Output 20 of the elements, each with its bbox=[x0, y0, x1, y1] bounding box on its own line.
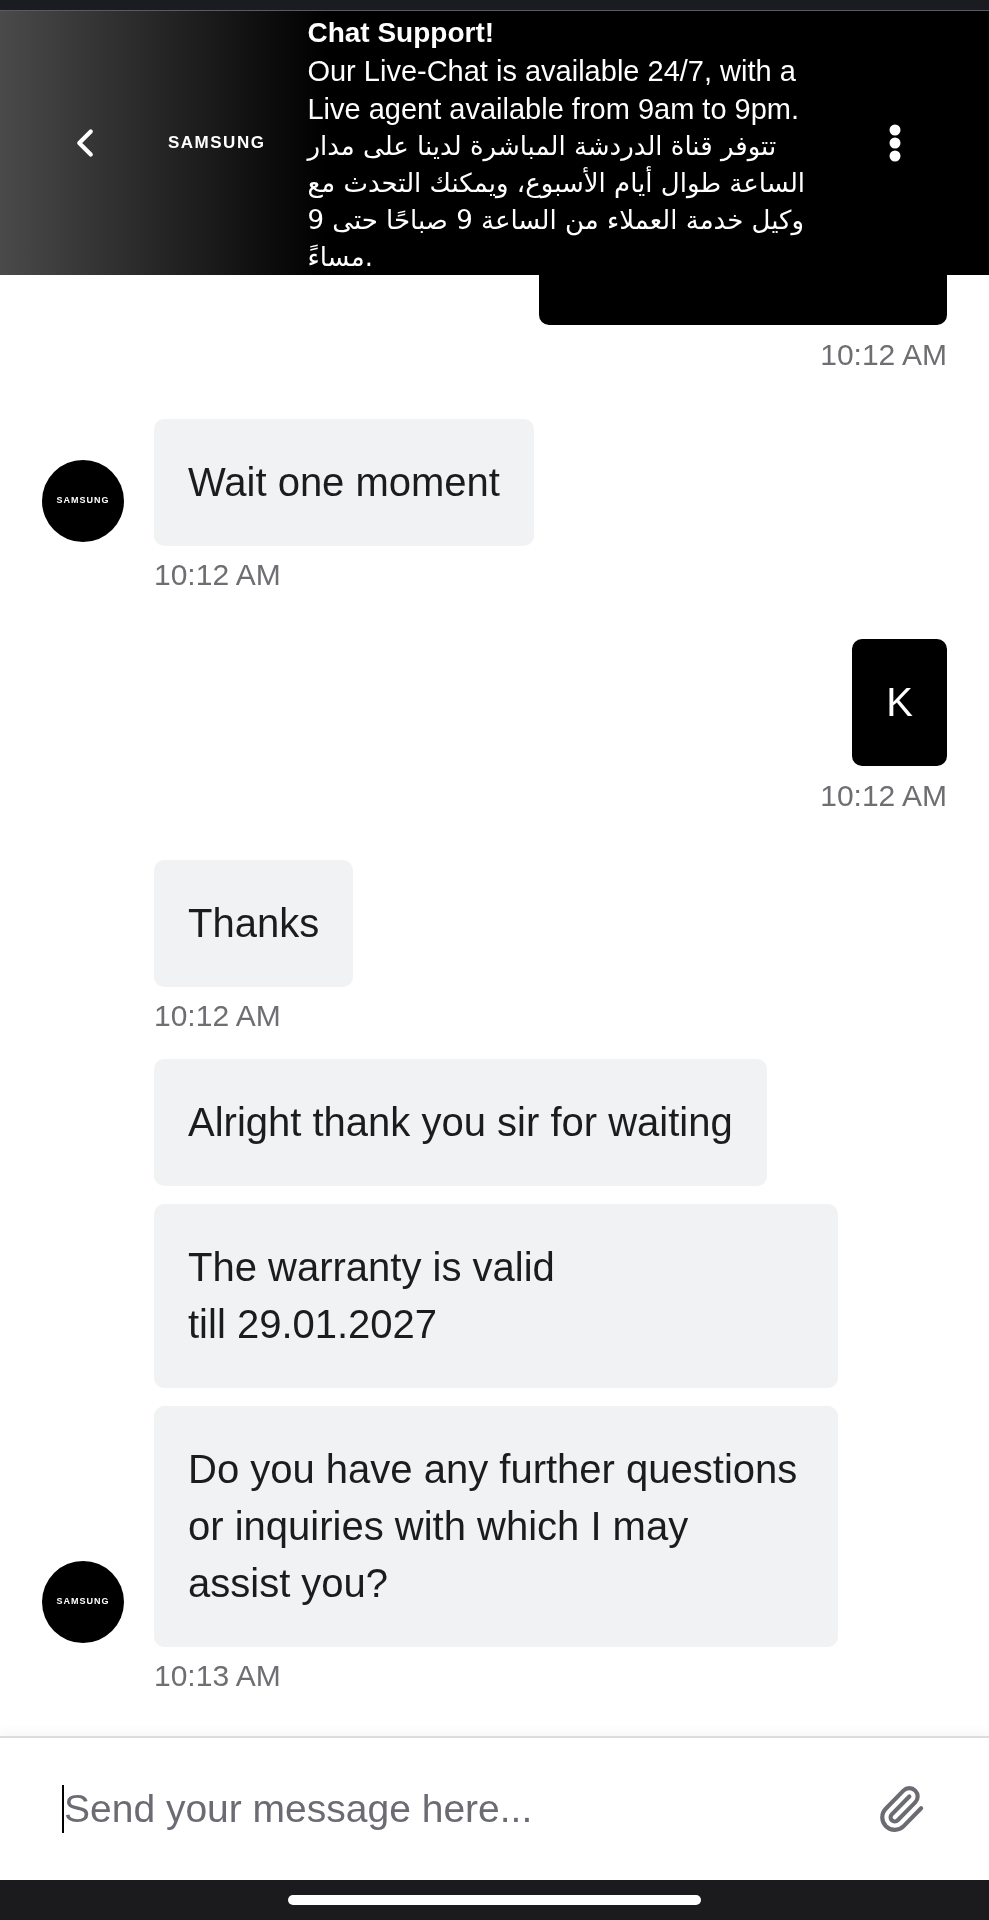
message-time: 10:13 AM bbox=[154, 1661, 281, 1691]
message-time: 10:12 AM bbox=[820, 340, 947, 370]
support-notice-arabic: تتوفر قناة الدردشة المباشرة لدينا على مدار الساعة طوال أيام الأسبوع، ويمكنك التحدث مع وكيل خدمة العملاء من الساعة 9 صباحًا حتى 9 مساءً. bbox=[307, 130, 806, 274]
message-input[interactable]: Send your message here... bbox=[64, 1781, 873, 1837]
message-bubble: Wait one moment bbox=[154, 419, 534, 546]
brand-avatar: SAMSUNG bbox=[42, 460, 124, 542]
message-bubble: Do you have any further questions or inquiries with which I may assist you? bbox=[154, 1406, 838, 1647]
message-time: 10:12 AM bbox=[820, 781, 947, 811]
message-bubble: Thanks bbox=[154, 860, 354, 987]
text-cursor-icon bbox=[62, 1785, 64, 1833]
brand-logo: SAMSUNG bbox=[168, 132, 266, 155]
message-bubble: The warranty is valid till 29.01.2027 bbox=[154, 1204, 838, 1388]
support-notice: Our Live-Chat is available 24/7, with a Live agent available from 9am to 9pm. bbox=[307, 54, 800, 127]
message-bubble: Alright thank you sir for waiting bbox=[154, 1059, 767, 1186]
message-time: 10:12 AM bbox=[154, 1001, 281, 1031]
message-time: 10:12 AM bbox=[154, 560, 281, 590]
brand-avatar: SAMSUNG bbox=[42, 1561, 124, 1643]
message-bubble: K bbox=[852, 639, 947, 766]
menu-icon bbox=[889, 124, 901, 162]
header-title: Chat Support! bbox=[307, 16, 495, 50]
